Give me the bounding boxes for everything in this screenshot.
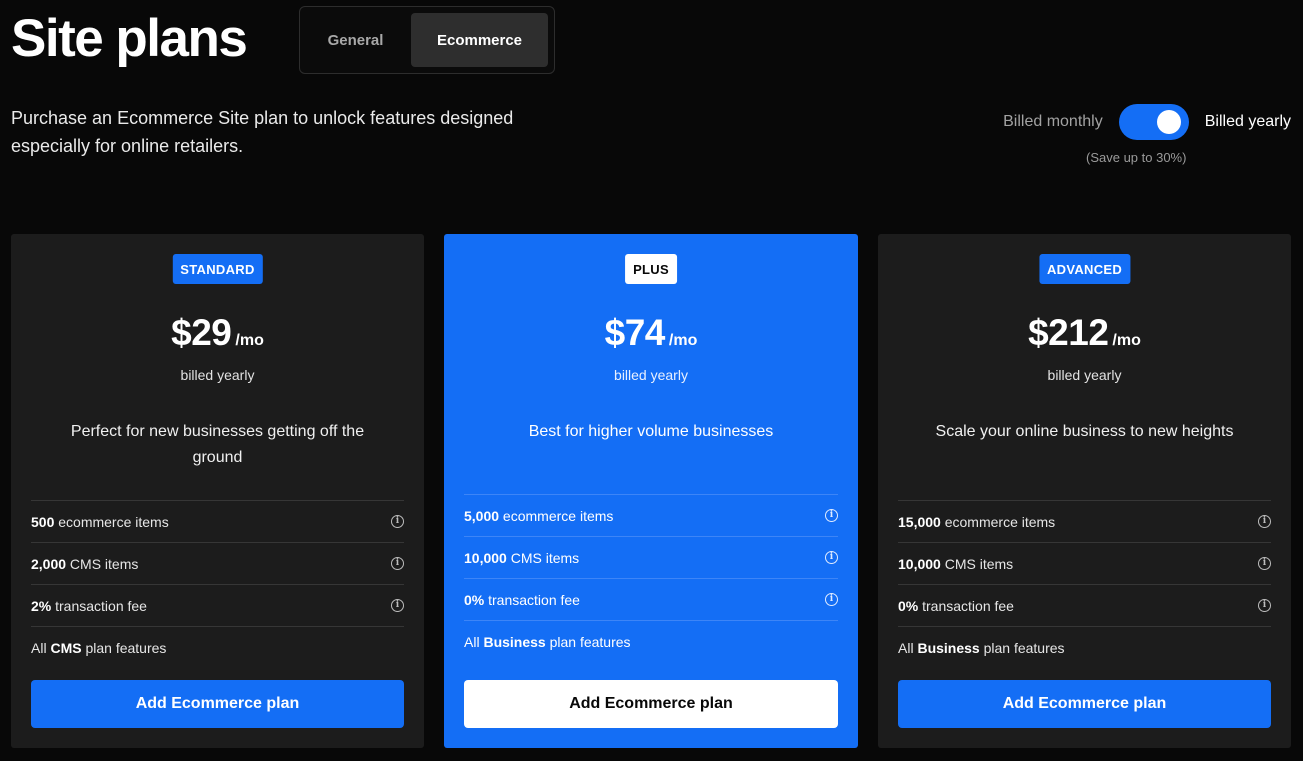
price-period: /mo	[235, 332, 264, 349]
price-amount: $212	[1028, 312, 1109, 353]
save-note: (Save up to 30%)	[1086, 150, 1187, 165]
feature-item: 2% transaction fee i	[31, 584, 404, 626]
feature-list: 500 ecommerce items i 2,000 CMS items i …	[31, 500, 404, 668]
billed-yearly-label[interactable]: Billed yearly	[1205, 113, 1291, 131]
plan-badge: PLUS	[625, 254, 677, 284]
tab-general[interactable]: General	[306, 13, 405, 67]
plan-tagline: Perfect for new businesses getting off t…	[70, 423, 365, 466]
toggle-knob	[1156, 110, 1181, 134]
feature-list: 5,000 ecommerce items i 10,000 CMS items…	[464, 494, 838, 662]
plan-card-plus: PLUS $74 /mo billed yearly Best for high…	[444, 234, 858, 748]
feature-item: All Business plan features	[464, 620, 838, 662]
billed-note: billed yearly	[1047, 367, 1122, 383]
info-icon[interactable]: i	[391, 557, 404, 570]
billing-toggle[interactable]	[1118, 104, 1189, 140]
feature-item: 10,000 CMS items i	[898, 542, 1271, 584]
feature-item: All CMS plan features	[31, 626, 404, 668]
billed-note: billed yearly	[614, 367, 688, 383]
site-plans-page: Site plans General Ecommerce Purchase an…	[0, 0, 1303, 761]
page-description: Purchase an Ecommerce Site plan to unloc…	[11, 108, 514, 156]
billing-switch: Billed monthly Billed yearly	[1003, 104, 1291, 140]
feature-item: 5,000 ecommerce items i	[464, 494, 838, 536]
feature-list: 15,000 ecommerce items i 10,000 CMS item…	[898, 500, 1271, 668]
billed-note: billed yearly	[180, 367, 255, 383]
feature-item: 500 ecommerce items i	[31, 500, 404, 542]
plan-card-advanced: ADVANCED $212 /mo billed yearly Scale yo…	[878, 234, 1291, 748]
plan-badge: ADVANCED	[1038, 254, 1131, 284]
tab-ecommerce[interactable]: Ecommerce	[411, 13, 548, 67]
plan-badge: STANDARD	[172, 254, 263, 284]
billed-monthly-label[interactable]: Billed monthly	[1003, 113, 1103, 131]
info-icon[interactable]: i	[825, 509, 838, 522]
plan-type-tabs: General Ecommerce	[299, 6, 555, 74]
plan-price: $29 /mo	[11, 312, 424, 354]
feature-item: 0% transaction fee i	[898, 584, 1271, 626]
page-title: Site plans	[11, 9, 248, 68]
info-icon[interactable]: i	[391, 599, 404, 612]
feature-item: 2,000 CMS items i	[31, 542, 404, 584]
feature-item: 0% transaction fee i	[464, 578, 838, 620]
feature-item: 10,000 CMS items i	[464, 536, 838, 578]
info-icon[interactable]: i	[1258, 515, 1271, 528]
plan-tagline: Scale your online business to new height…	[935, 423, 1234, 440]
plan-price: $212 /mo	[878, 312, 1291, 354]
feature-item: 15,000 ecommerce items i	[898, 500, 1271, 542]
add-ecommerce-plan-button[interactable]: Add Ecommerce plan	[898, 680, 1271, 728]
price-amount: $74	[604, 312, 666, 353]
price-period: /mo	[1112, 332, 1141, 349]
info-icon[interactable]: i	[1258, 599, 1271, 612]
add-ecommerce-plan-button[interactable]: Add Ecommerce plan	[464, 680, 838, 728]
add-ecommerce-plan-button[interactable]: Add Ecommerce plan	[31, 680, 404, 728]
info-icon[interactable]: i	[825, 593, 838, 606]
info-icon[interactable]: i	[825, 551, 838, 564]
plan-card-standard: STANDARD $29 /mo billed yearly Perfect f…	[11, 234, 424, 748]
feature-item: All Business plan features	[898, 626, 1271, 668]
plan-tagline: Best for higher volume businesses	[528, 423, 774, 440]
plan-price: $74 /mo	[444, 312, 858, 354]
price-period: /mo	[668, 332, 698, 349]
info-icon[interactable]: i	[391, 515, 404, 528]
price-amount: $29	[171, 312, 232, 353]
info-icon[interactable]: i	[1258, 557, 1271, 570]
